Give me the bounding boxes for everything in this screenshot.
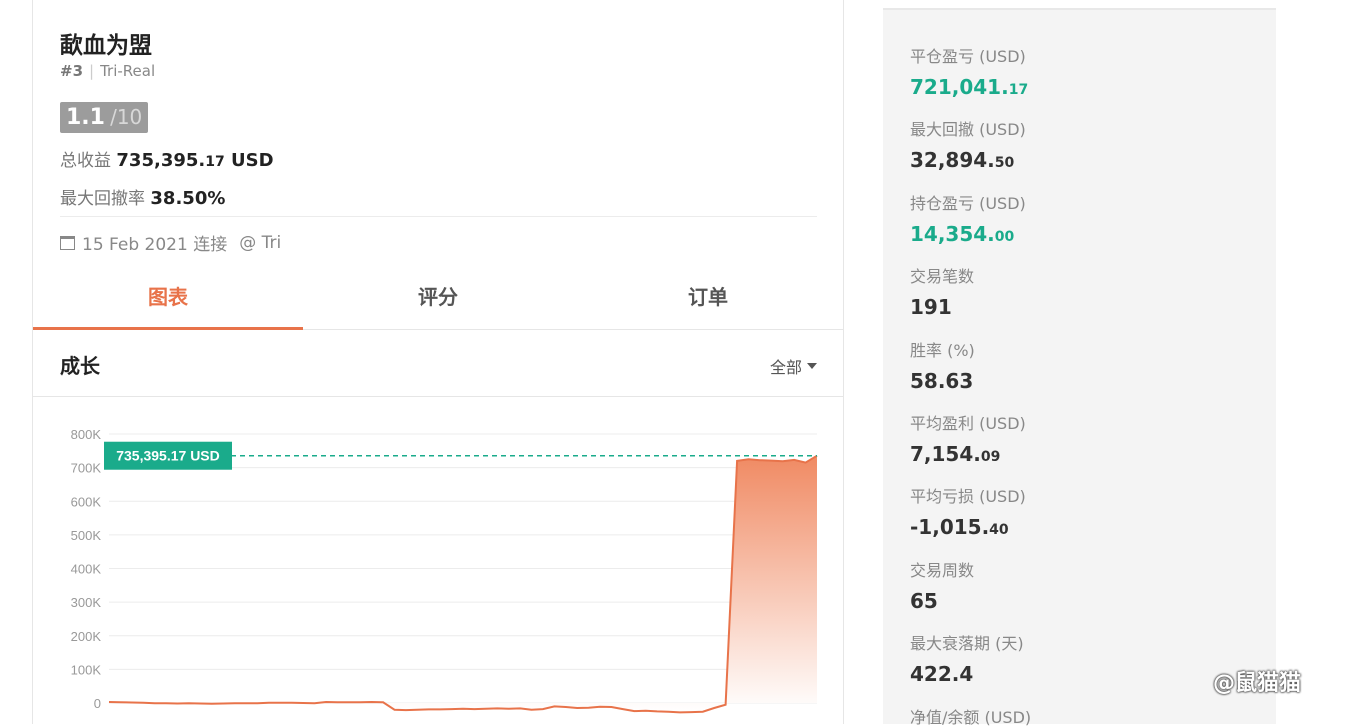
stat-item: 平均盈利 (USD) 7,154.09	[910, 410, 1026, 466]
stat-value: 191	[910, 295, 952, 320]
score-value: 1.1	[66, 105, 105, 130]
tab-rating[interactable]: 评分	[303, 266, 573, 329]
growth-header: 成长 全部	[33, 330, 843, 397]
stat-item: 持仓盈亏 (USD) 14,354.00	[910, 190, 1026, 246]
stat-value: 65	[910, 588, 938, 613]
connected-info: 15 Feb 2021 连接 @ Tri	[60, 230, 281, 255]
stat-item: 胜率 (%) 58.63	[910, 337, 975, 393]
strategy-title: 歃血为盟	[60, 33, 152, 59]
y-tick-label: 800K	[71, 427, 102, 442]
y-tick-label: 600K	[71, 494, 102, 509]
growth-area	[109, 455, 817, 713]
stat-value: 32,894.50	[910, 148, 1015, 173]
range-dropdown[interactable]: 全部	[770, 354, 817, 378]
stat-label: 平仓盈亏 (USD)	[910, 47, 1026, 66]
stat-value: 422.4	[910, 662, 974, 687]
score-max: /10	[110, 105, 143, 129]
stat-value: 7,154.09	[910, 442, 1001, 466]
y-tick-label: 0	[94, 696, 101, 711]
stat-item: 交易周数 65	[910, 557, 974, 613]
stat-item: 最大衰落期 (天) 422.4	[910, 630, 1024, 686]
stat-item: 最大回撤 (USD) 32,894.50	[910, 116, 1026, 172]
total-gain-int: 735,395.	[116, 150, 206, 171]
stat-label: 交易笔数	[910, 267, 975, 287]
stat-value: 721,041.17	[910, 75, 1029, 99]
growth-chart-svg: 800K 700K 600K 500K 400K 300K 200K 100K 0 735,39…	[71, 427, 818, 714]
score-badge: 1.1 /10	[60, 102, 149, 133]
stat-label: 平均盈利 (USD)	[910, 414, 1026, 433]
y-tick-label: 300K	[71, 595, 102, 610]
max-dd-label: 最大回撤率	[60, 189, 145, 209]
stat-item: 平均亏损 (USD) -1,015.40	[910, 483, 1026, 539]
tab-bar: 图表 评分 订单	[33, 266, 843, 330]
strategy-panel: 歃血为盟 #3 | Tri-Real 1.1 /10 总收益 735,395.17 …	[32, 0, 844, 724]
strategy-subline: #3 | Tri-Real	[60, 62, 156, 80]
total-gain-dec: 17	[205, 154, 225, 170]
tab-chart[interactable]: 图表	[33, 266, 303, 330]
stat-value: -1,015.40	[910, 515, 1009, 540]
divider	[60, 216, 817, 217]
stat-label: 最大回撤 (USD)	[910, 120, 1026, 140]
stat-item: 交易笔数 191	[910, 263, 974, 319]
y-tick-label: 500K	[71, 528, 102, 543]
connected-date: 15 Feb 2021 连接	[82, 235, 228, 255]
current-value-label: 735,395.17 USD	[116, 448, 220, 464]
tab-orders[interactable]: 订单	[573, 266, 843, 329]
total-gain-unit: USD	[231, 150, 274, 171]
stat-value: 58.63	[910, 368, 974, 393]
range-label: 全部	[769, 358, 802, 377]
y-tick-label: 100K	[71, 662, 102, 677]
y-tick-label: 200K	[71, 629, 102, 644]
growth-line	[108, 454, 818, 714]
stats-panel: 平仓盈亏 (USD) 721,041.17 最大回撤 (USD) 32,894.50 持…	[883, 8, 1276, 727]
growth-chart: 800K 700K 600K 500K 400K 300K 200K 100K 0 735,39…	[33, 398, 843, 724]
rank-badge: #3	[60, 62, 84, 80]
stat-label: 持仓盈亏 (USD)	[910, 193, 1026, 213]
y-tick-label: 400K	[71, 562, 102, 577]
growth-title: 成长	[60, 354, 100, 378]
stat-item: 平仓盈亏 (USD) 721,041.17	[910, 43, 1028, 99]
connected-via: @ Tri	[239, 232, 282, 253]
stat-label: 交易周数	[910, 560, 975, 580]
total-gain: 总收益 735,395.17 USD	[60, 146, 274, 171]
caret-down-icon	[807, 363, 817, 369]
stat-label: 平均亏损 (USD)	[910, 487, 1026, 507]
watermark: @鼠猫猫	[1213, 671, 1302, 696]
stat-label: 最大衰落期 (天)	[910, 634, 1024, 654]
stat-value: 14,354.00	[910, 221, 1015, 246]
broker-name: Tri-Real	[100, 62, 156, 80]
stat-label: 胜率 (%)	[910, 340, 975, 360]
max-drawdown: 最大回撤率 38.50%	[60, 184, 225, 209]
total-gain-label: 总收益	[60, 151, 111, 171]
calendar-icon	[60, 235, 75, 250]
y-tick-label: 700K	[71, 461, 102, 476]
max-dd-value: 38.50%	[150, 188, 226, 209]
